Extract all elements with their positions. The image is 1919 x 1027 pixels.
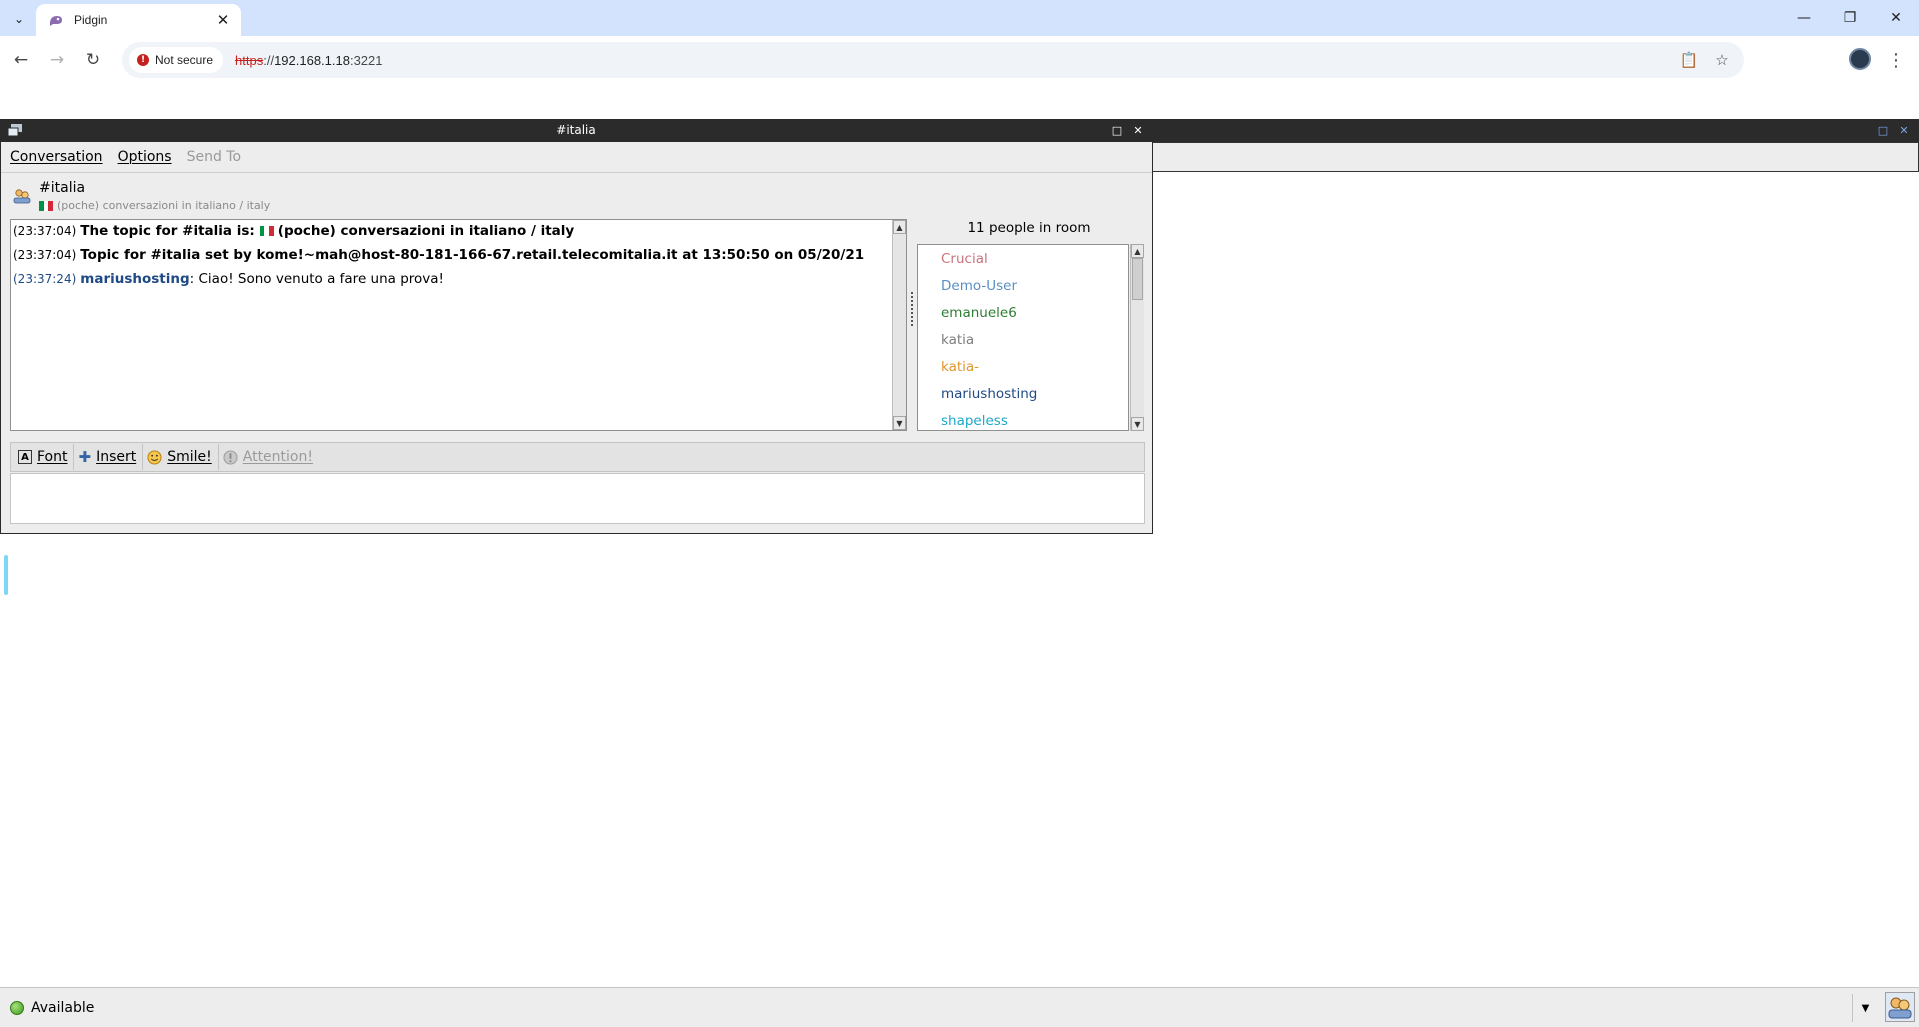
- insert-button[interactable]: ✚ Insert: [74, 444, 144, 470]
- browser-tab[interactable]: Pidgin ✕: [36, 4, 241, 36]
- url-host: 192.168.1.18: [274, 52, 350, 68]
- status-bar: Available ▼: [0, 987, 1919, 1027]
- tab-title: Pidgin: [74, 13, 108, 27]
- chat-room-icon: [13, 189, 31, 204]
- message-text: : Ciao! Sono venuto a fare una prova!: [189, 271, 444, 287]
- message-timestamp: (23:37:04): [13, 248, 77, 262]
- tray-buddy-icon[interactable]: [1885, 992, 1915, 1022]
- user-list-item[interactable]: mariushosting: [941, 386, 1037, 402]
- message-text: Topic for #italia set by kome!~mah@host-…: [80, 247, 865, 263]
- message-line: (23:37:04) The topic for #italia is: (po…: [13, 223, 574, 239]
- background-window-strip: [1152, 142, 1919, 172]
- user-list-item[interactable]: katia-: [941, 359, 979, 375]
- menu-separator: [1, 172, 1152, 173]
- attention-label: Attention!: [242, 449, 313, 465]
- browser-toolbar: ← → ↻ ! Not secure https://192.168.1.18:…: [0, 36, 1919, 84]
- scroll-thumb[interactable]: [1132, 258, 1143, 300]
- scroll-up-arrow-icon[interactable]: ▲: [893, 220, 906, 234]
- tab-search-chevron-icon[interactable]: ⌄: [8, 8, 30, 30]
- menu-options[interactable]: Options: [118, 149, 172, 165]
- url-text[interactable]: https://192.168.1.18:3221: [235, 53, 382, 68]
- scroll-down-arrow-icon[interactable]: ▼: [1131, 417, 1144, 431]
- pidgin-favicon-icon: [48, 12, 64, 28]
- attention-icon: [223, 449, 238, 465]
- smile-button[interactable]: Smile!: [143, 444, 219, 470]
- message-timestamp: (23:37:04): [13, 224, 77, 238]
- conversation-topic: (poche) conversazioni in italiano / ital…: [39, 199, 270, 212]
- url-scheme: https: [235, 52, 264, 68]
- scroll-up-arrow-icon[interactable]: ▲: [1131, 244, 1144, 258]
- user-list-scrollbar[interactable]: ▲ ▼: [1130, 244, 1144, 431]
- message-line: (23:37:04) Topic for #italia set by kome…: [13, 247, 864, 263]
- scroll-down-arrow-icon[interactable]: ▼: [893, 416, 906, 430]
- window-titlebar: #italia □ ✕ □ ✕: [0, 119, 1919, 142]
- status-label[interactable]: Available: [31, 1000, 94, 1016]
- topic-text: (poche) conversazioni in italiano / ital…: [57, 199, 271, 212]
- url-separator: ://: [263, 52, 275, 68]
- window-title: #italia: [556, 123, 596, 137]
- font-label: Font: [37, 449, 68, 465]
- clipboard-icon[interactable]: 📋: [1679, 50, 1699, 70]
- security-chip[interactable]: ! Not secure: [129, 47, 224, 73]
- available-status-icon: [10, 1001, 24, 1015]
- browser-menu-icon[interactable]: ⋮: [1886, 48, 1906, 72]
- window-maximize-icon[interactable]: □: [1110, 122, 1124, 138]
- url-port: :3221: [349, 52, 383, 68]
- message-timestamp: (23:37:24): [13, 272, 77, 286]
- user-list-item[interactable]: shapeless: [941, 413, 1008, 429]
- window-close-icon[interactable]: ✕: [1131, 122, 1145, 138]
- conversation-window: Conversation Options Send To #italia (po…: [0, 142, 1153, 534]
- browser-tabstrip: ⌄ Pidgin ✕ — ❐ ✕: [0, 0, 1919, 36]
- user-list-item[interactable]: emanuele6: [941, 305, 1017, 321]
- user-list-item[interactable]: katia: [941, 332, 974, 348]
- not-secure-warning-icon: !: [137, 54, 149, 66]
- message-text-topic: (poche) conversazioni in italiano / ital…: [277, 223, 575, 239]
- close-window-icon[interactable]: ✕: [1873, 0, 1919, 36]
- attention-button[interactable]: Attention!: [219, 444, 319, 470]
- smile-label: Smile!: [167, 449, 212, 465]
- menubar: Conversation Options Send To: [1, 142, 1152, 172]
- menu-send-to[interactable]: Send To: [187, 149, 241, 165]
- tab-close-icon[interactable]: ✕: [213, 10, 233, 30]
- message-entry[interactable]: [10, 473, 1145, 524]
- desktop-edge-marker: [4, 555, 8, 595]
- italy-flag-icon: [259, 226, 274, 236]
- minimize-icon[interactable]: —: [1781, 0, 1827, 36]
- insert-label: Insert: [96, 449, 137, 465]
- restore-icon[interactable]: ❐: [1827, 0, 1873, 36]
- message-line: (23:37:24) mariushosting : Ciao! Sono ve…: [13, 271, 444, 287]
- log-scrollbar[interactable]: ▲ ▼: [892, 220, 906, 430]
- smiley-icon: [147, 449, 162, 465]
- insert-plus-icon: ✚: [78, 448, 92, 466]
- back-arrow-icon[interactable]: ←: [7, 46, 35, 74]
- user-list[interactable]: Crucial Demo-User emanuele6 katia katia-…: [917, 244, 1129, 431]
- security-label: Not secure: [155, 53, 214, 67]
- outer-close-icon[interactable]: ✕: [1897, 122, 1911, 138]
- format-toolbar: A Font ✚ Insert Smile! Attention!: [10, 442, 1145, 472]
- conversation-name: #italia: [39, 180, 86, 196]
- italy-flag-icon: [39, 200, 54, 211]
- menu-conversation[interactable]: Conversation: [10, 149, 103, 165]
- message-text: The topic for #italia is:: [80, 223, 255, 239]
- outer-maximize-icon[interactable]: □: [1876, 122, 1890, 138]
- forward-arrow-icon[interactable]: →: [43, 46, 71, 74]
- status-dropdown-arrow-icon[interactable]: ▼: [1852, 994, 1878, 1022]
- message-nick[interactable]: mariushosting: [80, 271, 189, 287]
- message-log[interactable]: (23:37:04) The topic for #italia is: (po…: [10, 219, 907, 431]
- user-list-item[interactable]: Crucial: [941, 251, 988, 267]
- reload-icon[interactable]: ↻: [79, 46, 107, 74]
- pane-resize-handle[interactable]: [911, 292, 915, 326]
- user-list-item[interactable]: Demo-User: [941, 278, 1017, 294]
- address-bar[interactable]: ! Not secure https://192.168.1.18:3221 📋…: [122, 42, 1744, 78]
- font-icon: A: [18, 450, 32, 464]
- font-button[interactable]: A Font: [14, 444, 75, 470]
- window-controls: — ❐ ✕: [1781, 0, 1919, 36]
- people-count: 11 people in room: [967, 220, 1091, 236]
- bookmark-star-icon[interactable]: ☆: [1712, 50, 1732, 70]
- profile-avatar[interactable]: [1849, 48, 1871, 70]
